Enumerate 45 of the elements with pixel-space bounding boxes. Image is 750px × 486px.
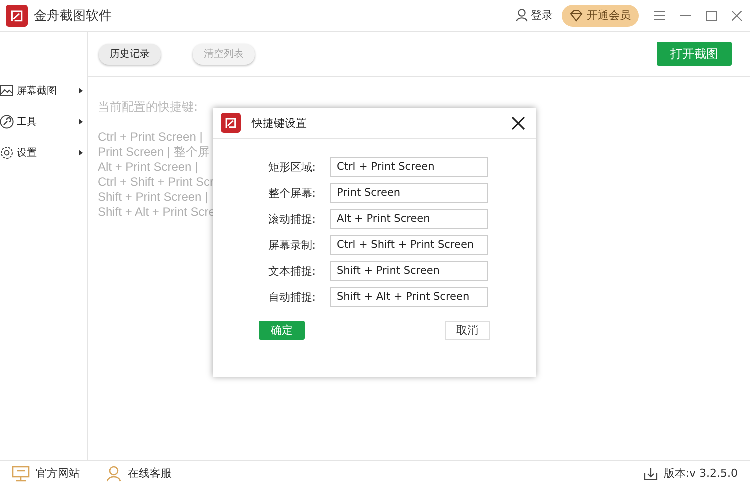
field-label: 自动捕捉: [267, 290, 316, 304]
monitor-icon [12, 466, 30, 482]
close-icon[interactable] [512, 116, 525, 130]
shortcut-field[interactable]: Ctrl + Print Screen [330, 157, 488, 177]
download-icon [644, 466, 658, 480]
field-label: 文本捕捉: [267, 264, 316, 278]
picture-icon [0, 84, 14, 98]
sidebar-item[interactable]: 屏幕截图 [0, 84, 87, 98]
settings-icon [0, 146, 14, 160]
field-label: 屏幕录制: [267, 238, 316, 252]
logo-icon [6, 4, 28, 26]
sidebar-item[interactable]: 设置 [0, 146, 87, 160]
shortcut-line: Alt + Print Screen | [98, 160, 198, 175]
shortcut-line: Ctrl + Shift + Print Scr [98, 175, 214, 190]
shortcut-heading: 当前配置的快捷键: [98, 99, 200, 116]
shortcut-field[interactable]: Ctrl + Shift + Print Screen [330, 235, 488, 255]
field-label: 滚动捕捉: [267, 212, 316, 226]
logo-icon [221, 113, 241, 133]
caret-icon [79, 119, 83, 125]
shortcut-field[interactable]: Alt + Print Screen [330, 209, 488, 229]
user-icon [516, 9, 528, 22]
shortcut-field[interactable]: Shift + Alt + Print Screen [330, 287, 488, 307]
shortcut-field[interactable]: Shift + Print Screen [330, 261, 488, 281]
menu-icon[interactable] [654, 10, 665, 20]
shortcut-line: Print Screen | 整个屏 [98, 145, 210, 160]
shortcut-line: Ctrl + Print Screen | [98, 130, 203, 145]
website-link[interactable]: 官方网站 [12, 466, 80, 482]
shortcut-field[interactable]: Print Screen [330, 183, 488, 203]
caret-icon [79, 150, 83, 156]
diamond-icon [570, 10, 583, 22]
version-label: 版本:v 3.2.5.0 [664, 466, 738, 481]
history-button[interactable]: 历史记录 [99, 44, 161, 64]
shortcut-line: Shift + Print Screen | [98, 190, 208, 205]
login-button[interactable]: 登录 [516, 8, 553, 23]
caret-icon [79, 88, 83, 94]
vip-button[interactable]: 开通会员 [562, 4, 639, 26]
field-label: 整个屏幕: [267, 186, 316, 200]
dialog-title: 快捷键设置 [252, 116, 307, 130]
maximize-icon[interactable] [706, 10, 717, 20]
window-title: 金舟截图软件 [34, 8, 112, 24]
sidebar-item[interactable]: 工具 [0, 115, 87, 129]
support-link[interactable]: 在线客服 [106, 466, 172, 482]
field-label: 矩形区域: [267, 160, 316, 174]
user-icon [106, 466, 122, 482]
cancel-button[interactable]: 取消 [445, 321, 490, 340]
